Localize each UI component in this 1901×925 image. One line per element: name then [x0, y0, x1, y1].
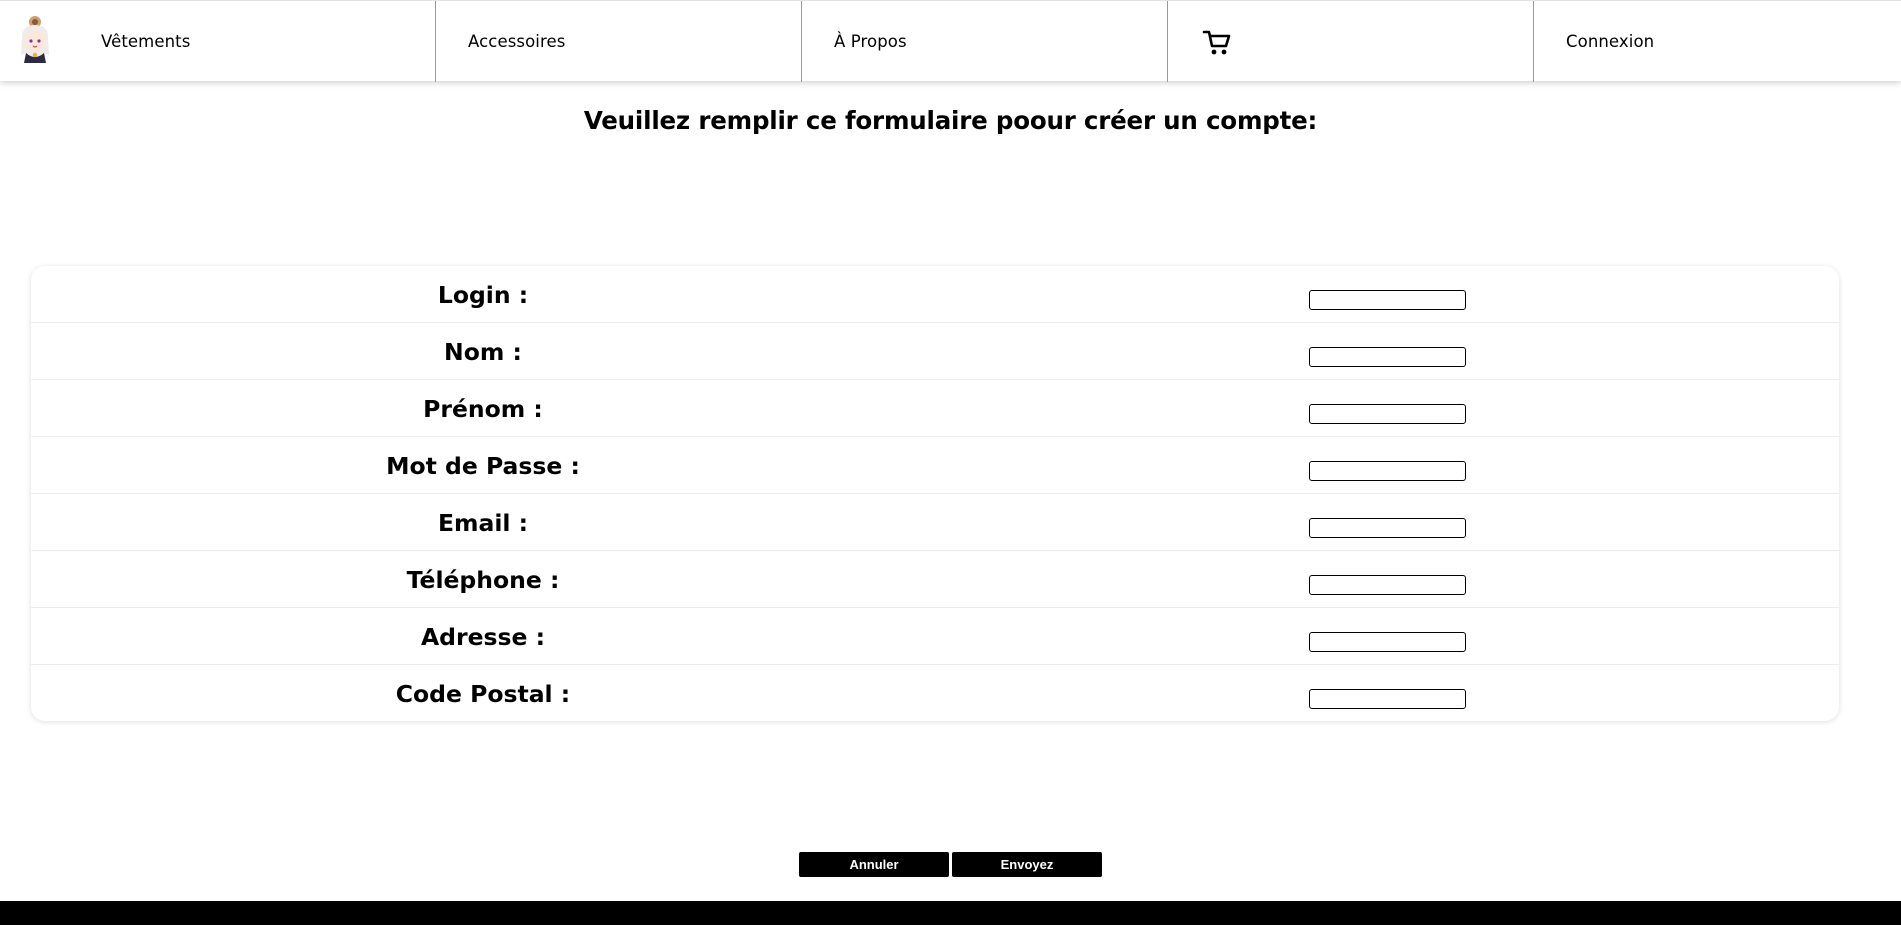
- submit-button[interactable]: Envoyez: [952, 852, 1102, 877]
- prenom-input[interactable]: [1309, 404, 1466, 424]
- email-label: Email :: [437, 509, 529, 537]
- nav-item-accessoires[interactable]: Accessoires: [436, 1, 802, 82]
- form-row-login: Login :: [31, 266, 1839, 323]
- form-row-code-postal: Code Postal :: [31, 665, 1839, 721]
- code-postal-input[interactable]: [1309, 689, 1466, 709]
- nav-label-a-propos: À Propos: [834, 32, 907, 51]
- cancel-button[interactable]: Annuler: [799, 852, 949, 877]
- prenom-label: Prénom :: [423, 395, 543, 423]
- adresse-input[interactable]: [1309, 632, 1466, 652]
- form-row-prenom: Prénom :: [31, 380, 1839, 437]
- cart-icon[interactable]: [1202, 27, 1232, 57]
- password-label: Mot de Passe :: [386, 452, 580, 480]
- form-row-telephone: Téléphone :: [31, 551, 1839, 608]
- form-row-email: Email :: [31, 494, 1839, 551]
- nav-item-vetements[interactable]: Vêtements: [0, 1, 436, 82]
- chibi-character-logo-icon[interactable]: [18, 15, 52, 65]
- nav-item-cart[interactable]: [1168, 1, 1534, 82]
- login-input[interactable]: [1309, 290, 1466, 310]
- nav-item-a-propos[interactable]: À Propos: [802, 1, 1168, 82]
- form-row-nom: Nom :: [31, 323, 1839, 380]
- nom-label: Nom :: [444, 338, 522, 366]
- adresse-label: Adresse :: [420, 623, 546, 651]
- telephone-input[interactable]: [1309, 575, 1466, 595]
- nom-input[interactable]: [1309, 347, 1466, 367]
- page-title: Veuillez remplir ce formulaire poour cré…: [583, 106, 1318, 135]
- password-input[interactable]: [1309, 461, 1466, 481]
- nav-label-vetements: Vêtements: [101, 32, 191, 51]
- form-row-password: Mot de Passe :: [31, 437, 1839, 494]
- registration-form: Login : Nom : Prénom : Mot de Passe : Em…: [31, 266, 1839, 721]
- nav-label-accessoires: Accessoires: [468, 32, 566, 51]
- page-footer: [0, 901, 1901, 925]
- main-navbar: Vêtements Accessoires À Propos Connexion: [0, 0, 1901, 82]
- code-postal-label: Code Postal :: [395, 680, 571, 708]
- nav-item-connexion[interactable]: Connexion: [1534, 1, 1901, 82]
- login-label: Login :: [437, 281, 529, 309]
- email-input[interactable]: [1309, 518, 1466, 538]
- form-row-adresse: Adresse :: [31, 608, 1839, 665]
- nav-label-connexion: Connexion: [1566, 32, 1655, 51]
- telephone-label: Téléphone :: [406, 566, 560, 594]
